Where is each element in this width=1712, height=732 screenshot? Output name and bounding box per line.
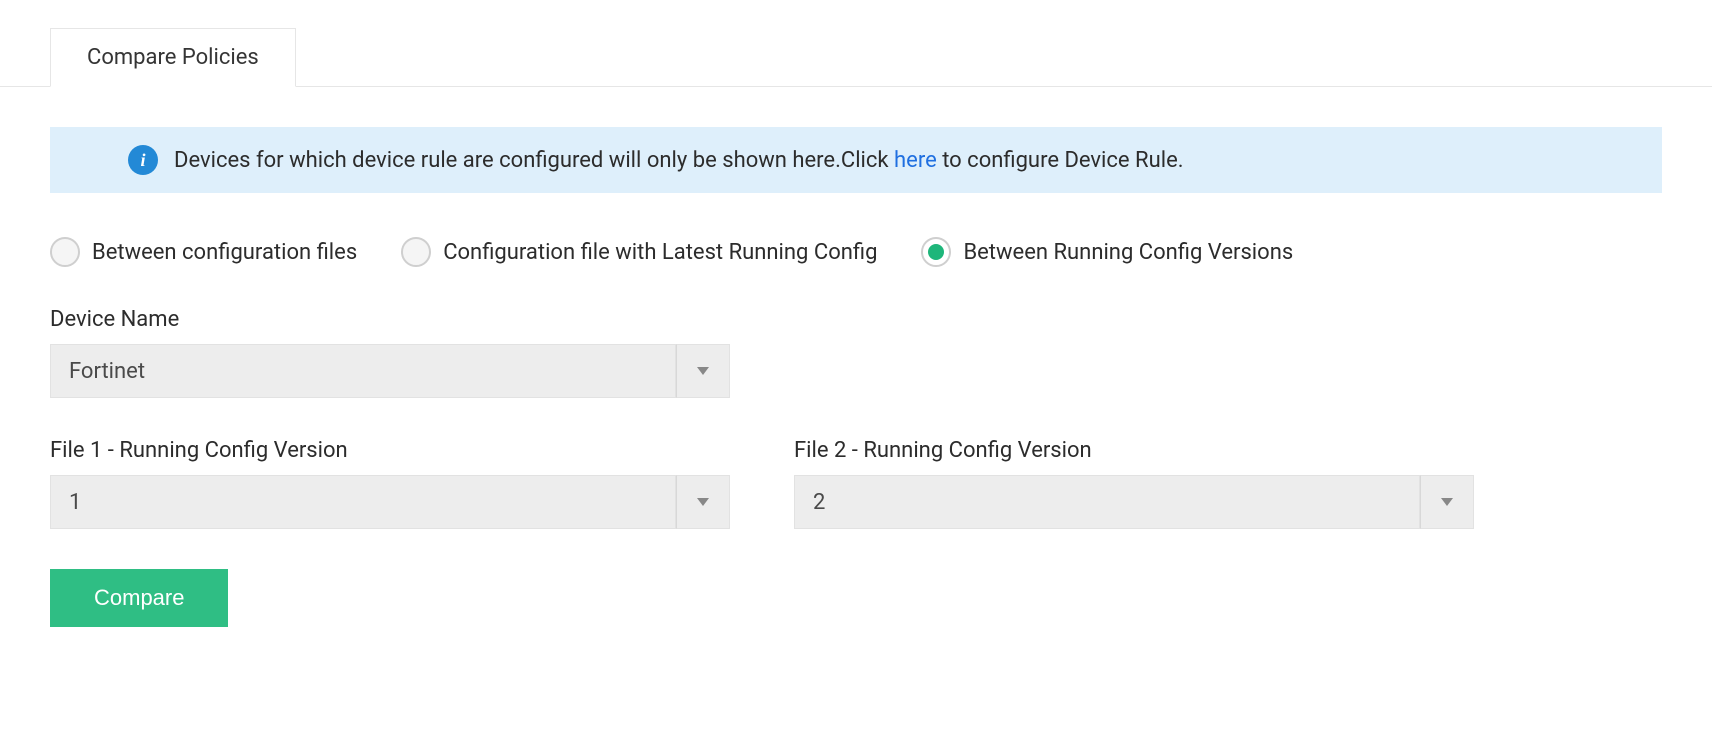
compare-button[interactable]: Compare [50, 569, 228, 627]
file2-value: 2 [794, 475, 1420, 529]
device-name-value: Fortinet [50, 344, 676, 398]
info-text: Devices for which device rule are config… [174, 148, 1184, 173]
radio-indicator [401, 237, 431, 267]
radio-label: Configuration file with Latest Running C… [443, 240, 877, 265]
info-text-after: to configure Device Rule. [937, 148, 1184, 173]
radio-between-config-files[interactable]: Between configuration files [50, 237, 357, 267]
radio-label: Between Running Config Versions [963, 240, 1293, 265]
compare-mode-radios: Between configuration files Configuratio… [50, 237, 1662, 267]
file2-label: File 2 - Running Config Version [794, 438, 1474, 463]
radio-between-running-versions[interactable]: Between Running Config Versions [921, 237, 1293, 267]
info-banner: i Devices for which device rule are conf… [50, 127, 1662, 193]
chevron-down-icon [676, 344, 730, 398]
tab-compare-policies[interactable]: Compare Policies [50, 28, 296, 87]
radio-label: Between configuration files [92, 240, 357, 265]
tab-bar: Compare Policies [0, 0, 1712, 87]
configure-device-rule-link[interactable]: here [894, 148, 937, 173]
file2-select[interactable]: 2 [794, 475, 1474, 529]
file1-label: File 1 - Running Config Version [50, 438, 730, 463]
file1-select[interactable]: 1 [50, 475, 730, 529]
compare-button-label: Compare [94, 585, 184, 610]
radio-indicator [921, 237, 951, 267]
info-icon: i [128, 145, 158, 175]
file1-value: 1 [50, 475, 676, 529]
radio-config-with-latest-running[interactable]: Configuration file with Latest Running C… [401, 237, 877, 267]
device-name-select[interactable]: Fortinet [50, 344, 730, 398]
chevron-down-icon [676, 475, 730, 529]
radio-indicator [50, 237, 80, 267]
tab-label: Compare Policies [87, 45, 259, 70]
info-text-before: Devices for which device rule are config… [174, 148, 894, 173]
device-name-label: Device Name [50, 307, 730, 332]
chevron-down-icon [1420, 475, 1474, 529]
